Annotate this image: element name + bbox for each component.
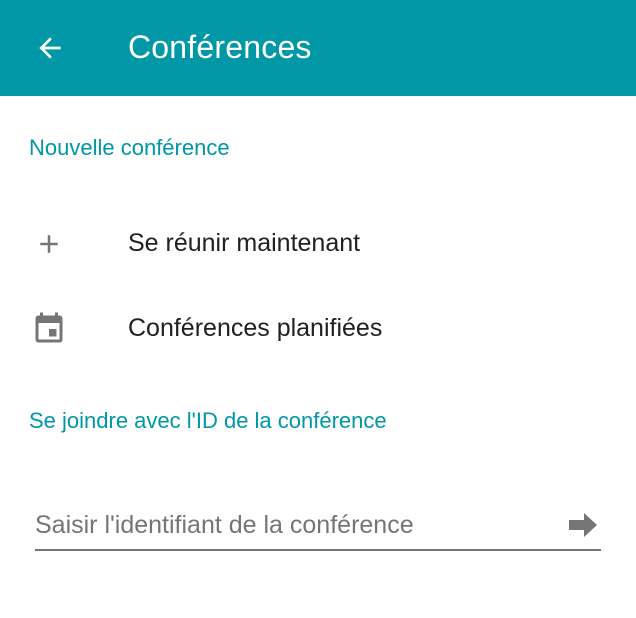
app-bar: Conférences — [0, 0, 636, 96]
input-underline — [35, 549, 601, 551]
scheduled-conferences-label: Conférences planifiées — [128, 314, 383, 342]
back-button[interactable] — [22, 22, 78, 74]
join-submit-button[interactable] — [566, 508, 600, 542]
page-title: Conférences — [128, 29, 312, 65]
plus-icon — [30, 225, 68, 263]
new-conference-header: Nouvelle conférence — [29, 135, 230, 160]
arrow-right-icon — [569, 513, 597, 537]
join-by-id-header: Se joindre avec l'ID de la conférence — [29, 408, 387, 433]
conference-id-field — [35, 502, 601, 552]
meet-now-item[interactable]: Se réunir maintenant — [0, 207, 636, 279]
arrow-left-icon — [39, 37, 61, 59]
calendar-icon — [30, 310, 68, 348]
conference-id-input[interactable] — [35, 502, 555, 548]
scheduled-conferences-item[interactable]: Conférences planifiées — [0, 292, 636, 364]
meet-now-label: Se réunir maintenant — [128, 229, 361, 257]
